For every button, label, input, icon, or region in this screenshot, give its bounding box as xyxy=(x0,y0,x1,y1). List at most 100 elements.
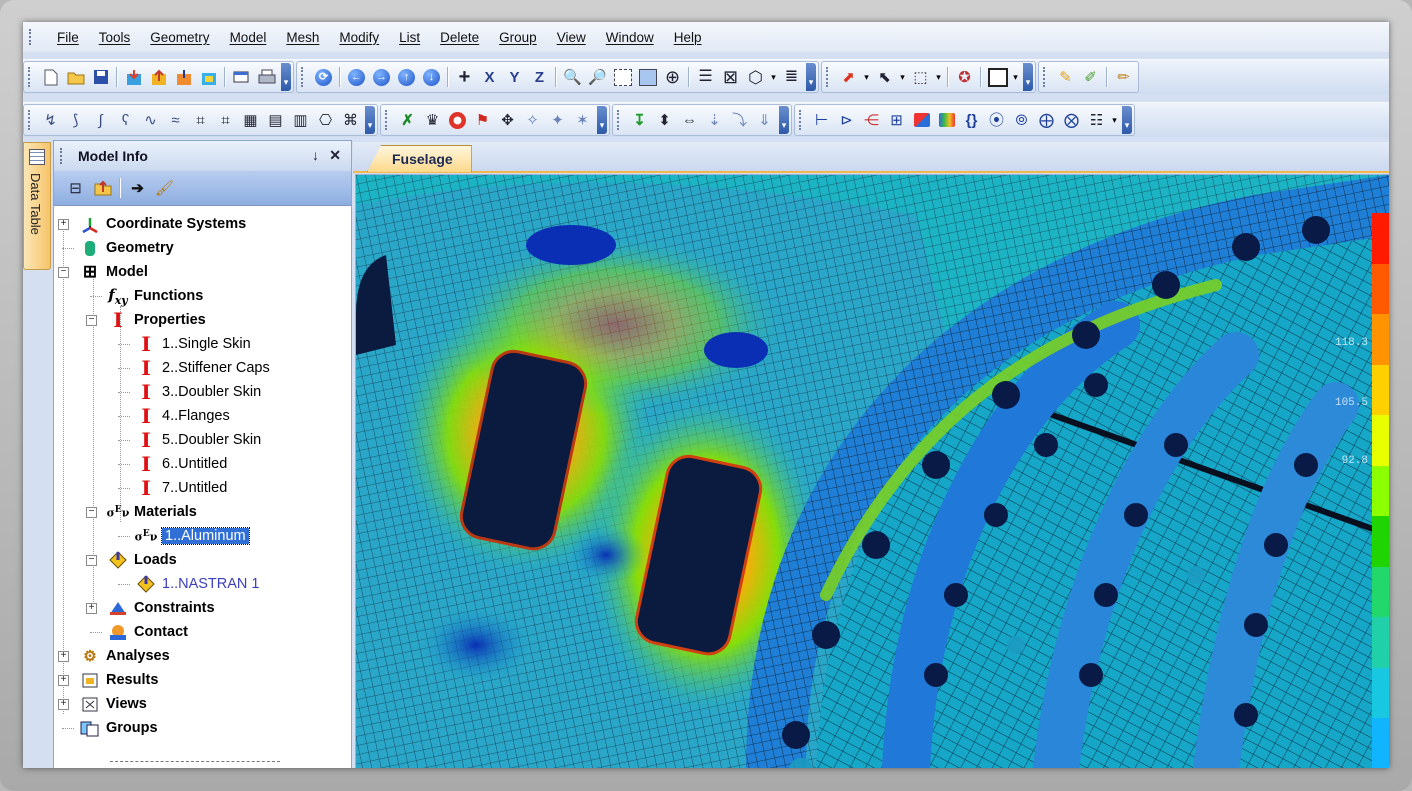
copy-icon[interactable] xyxy=(231,66,253,88)
pressure-icon[interactable]: ⬍ xyxy=(654,109,676,131)
select-entity-icon[interactable]: ⬈ xyxy=(838,66,860,88)
heat-icon[interactable]: ⇓ xyxy=(754,109,776,131)
save-icon[interactable] xyxy=(90,66,112,88)
pan-left-icon[interactable]: ← xyxy=(346,66,368,88)
solid-view-icon[interactable]: ⬡ xyxy=(745,66,767,88)
pin-icon[interactable]: ↓ xyxy=(312,147,319,163)
mesh-block-icon[interactable]: ▦ xyxy=(240,109,262,131)
pan-up-icon[interactable]: ↑ xyxy=(396,66,418,88)
braces-icon[interactable]: {} xyxy=(961,109,983,131)
collapse-icon[interactable]: − xyxy=(58,267,69,278)
center-icon[interactable]: ⊕ xyxy=(662,66,684,88)
import-icon[interactable] xyxy=(123,66,145,88)
rotate-z-icon[interactable]: Z xyxy=(529,66,551,88)
report-icon[interactable]: ☷ xyxy=(1086,109,1108,131)
tree-item-3-doubler-skin[interactable]: I 3..Doubler Skin xyxy=(54,380,351,404)
collapse-icon[interactable]: − xyxy=(86,555,97,566)
toolbar-overflow-button[interactable]: ▾ xyxy=(597,106,607,134)
toolbar-grip[interactable] xyxy=(28,110,34,130)
toolbar-grip[interactable] xyxy=(28,67,34,87)
new-file-icon[interactable] xyxy=(40,66,62,88)
move-arrows-icon[interactable]: ✥ xyxy=(497,109,519,131)
velocity-icon[interactable]: ⤵ xyxy=(729,109,751,131)
print-icon[interactable] xyxy=(256,66,278,88)
tree-item-1-single-skin[interactable]: I 1..Single Skin xyxy=(54,332,351,356)
menu-modify[interactable]: Modify xyxy=(329,30,389,45)
tree-item-functions[interactable]: fxy Functions xyxy=(54,284,351,308)
tree-item-6-untitled[interactable]: I 6..Untitled xyxy=(54,452,351,476)
toolbar-overflow-button[interactable]: ▾ xyxy=(365,106,375,134)
highlight-brush-icon[interactable]: 🖌 xyxy=(153,177,177,199)
rotate-view-icon[interactable]: ⟳ xyxy=(313,66,335,88)
bar-element-icon[interactable]: ⊳ xyxy=(836,109,858,131)
pan-right-icon[interactable]: → xyxy=(371,66,393,88)
mesh-transition-icon[interactable]: ▤ xyxy=(265,109,287,131)
offset-tool-icon[interactable]: ≈ xyxy=(165,109,187,131)
picture-export-icon[interactable] xyxy=(198,66,220,88)
list-view-icon[interactable]: ☰ xyxy=(695,66,717,88)
toolbar-overflow-button[interactable]: ▾ xyxy=(281,63,291,91)
tree-item-groups[interactable]: Groups xyxy=(54,716,351,740)
create-node-icon[interactable]: ✗ xyxy=(397,109,419,131)
mesh-revolve-icon[interactable]: ⌘ xyxy=(340,109,362,131)
arc-tool-icon[interactable]: ʕ xyxy=(115,109,137,131)
node-load-icon[interactable]: ✧ xyxy=(522,109,544,131)
expand-icon[interactable]: + xyxy=(58,219,69,230)
group-c-icon[interactable]: ⨁ xyxy=(1036,109,1058,131)
dropdown-arrow-icon[interactable]: ▾ xyxy=(770,66,778,88)
toolbar-grip[interactable] xyxy=(1043,67,1049,87)
rod-element-icon[interactable]: ⋲ xyxy=(861,109,883,131)
export-icon[interactable] xyxy=(148,66,170,88)
force-down-icon[interactable]: ↧ xyxy=(629,109,651,131)
tree-item-loads[interactable]: − Loads xyxy=(54,548,351,572)
menu-mesh[interactable]: Mesh xyxy=(276,30,329,45)
autoscale-icon[interactable] xyxy=(637,66,659,88)
menu-model[interactable]: Model xyxy=(220,30,277,45)
expand-tree-icon[interactable]: ⊟ xyxy=(64,177,88,199)
dropdown-arrow-icon[interactable]: ▾ xyxy=(1012,66,1020,88)
dropdown-arrow-icon[interactable]: ▾ xyxy=(935,66,943,88)
tree-item-model[interactable]: − ⊞ Model xyxy=(54,260,351,284)
menu-file[interactable]: File xyxy=(47,30,89,45)
zoom-in-icon[interactable]: 🔍 xyxy=(562,66,584,88)
curve-tool-icon[interactable]: ⟆ xyxy=(65,109,87,131)
paint-tool-icon[interactable]: ✐ xyxy=(1080,66,1102,88)
tree-item-geometry[interactable]: Geometry xyxy=(54,236,351,260)
edit-tool-icon[interactable]: ✏ xyxy=(1113,66,1135,88)
menu-tools[interactable]: Tools xyxy=(89,30,141,45)
material-icon[interactable]: ♛ xyxy=(422,109,444,131)
tree-item-contact[interactable]: Contact xyxy=(54,620,351,644)
rectangle-select-icon[interactable] xyxy=(987,66,1009,88)
rotate-y-icon[interactable]: Y xyxy=(504,66,526,88)
menu-list[interactable]: List xyxy=(389,30,430,45)
close-icon[interactable]: ✕ xyxy=(329,147,341,164)
menu-view[interactable]: View xyxy=(547,30,596,45)
pick-add-icon[interactable]: ⬉ xyxy=(874,66,896,88)
beam-element-icon[interactable]: ⊢ xyxy=(811,109,833,131)
pick-box-icon[interactable]: ⬚ xyxy=(910,66,932,88)
mesh-sweep-icon[interactable]: ⎔ xyxy=(315,109,337,131)
contour-element-icon[interactable] xyxy=(936,109,958,131)
dropdown-arrow-icon[interactable]: ▾ xyxy=(899,66,907,88)
point-tool-icon[interactable]: ↯ xyxy=(40,109,62,131)
pick-query-icon[interactable]: ✪ xyxy=(954,66,976,88)
dropdown-arrow-icon[interactable]: ▾ xyxy=(1111,109,1119,131)
zoom-window-icon[interactable] xyxy=(612,66,634,88)
toolbar-grip[interactable] xyxy=(617,110,623,130)
group-a-icon[interactable]: ⦿ xyxy=(986,109,1008,131)
menu-grip[interactable] xyxy=(29,29,41,45)
toolbar-grip[interactable] xyxy=(385,110,391,130)
tree-item-2-stiffener-caps[interactable]: I 2..Stiffener Caps xyxy=(54,356,351,380)
tree-item-5-doubler-skin[interactable]: I 5..Doubler Skin xyxy=(54,428,351,452)
bidirectional-icon[interactable]: ⇔ xyxy=(679,109,701,131)
goto-arrow-icon[interactable]: ➔ xyxy=(126,177,150,199)
expand-icon[interactable]: + xyxy=(58,651,69,662)
data-table-side-tab[interactable]: Data Table xyxy=(23,142,51,270)
menu-group[interactable]: Group xyxy=(489,30,547,45)
solid-element-icon[interactable] xyxy=(911,109,933,131)
tree-item-constraints[interactable]: + Constraints xyxy=(54,596,351,620)
rotate-x-icon[interactable]: X xyxy=(479,66,501,88)
tree-item-results[interactable]: + Results xyxy=(54,668,351,692)
tree-item-1-aluminum[interactable]: σEν 1..Aluminum xyxy=(54,524,351,548)
toolbar-grip[interactable] xyxy=(799,110,805,130)
